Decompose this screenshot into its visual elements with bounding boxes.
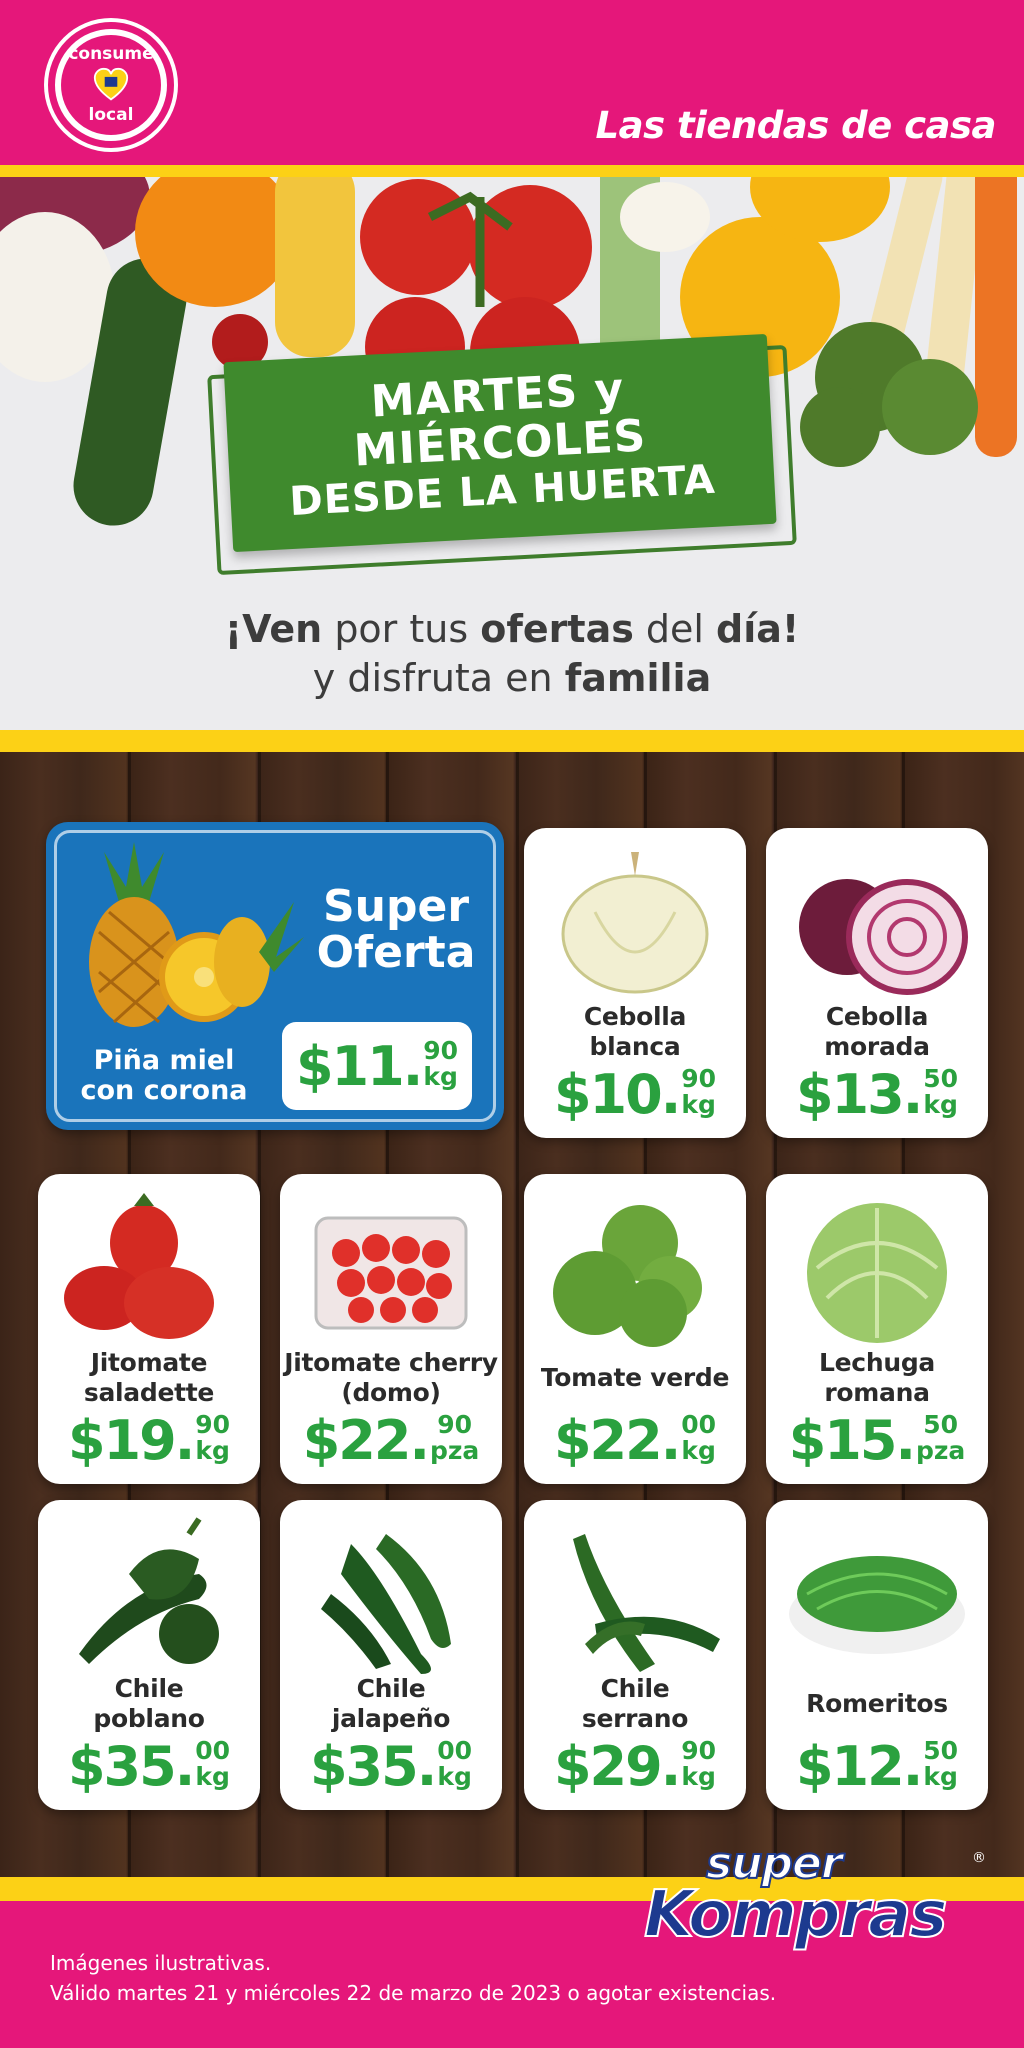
heart-icon (93, 67, 129, 101)
product-price: $10. 90 kg (554, 1066, 716, 1122)
tomato-icon (64, 1193, 214, 1339)
white-onion-icon (561, 852, 709, 994)
price-cents: 50 (923, 1410, 959, 1439)
price-unit: kg (195, 1762, 230, 1791)
product-card: Jitomate cherry (domo) $22. 90 pza (280, 1174, 502, 1484)
price-cents: 90 (681, 1064, 717, 1093)
price-cents: 50 (923, 1736, 959, 1765)
product-card: Chile poblano $35. 00 kg (38, 1500, 260, 1810)
super-kompras-logo: super Kompras ® (636, 1837, 986, 1964)
product-price: $12. 50 kg (796, 1738, 958, 1794)
product-price: $15. 50 pza (789, 1412, 966, 1468)
price-unit: kg (437, 1762, 472, 1791)
price-main: $29. (553, 1735, 681, 1798)
product-price: $22. 00 kg (554, 1412, 716, 1468)
product-name: Lechuga romana (819, 1348, 935, 1407)
product-card: Cebolla morada $13. 50 kg (766, 828, 988, 1138)
footer-note-line2: Válido martes 21 y miércoles 22 de marzo… (50, 1981, 777, 2005)
serrano-pepper-icon (573, 1534, 720, 1672)
product-name: Tomate verde (540, 1363, 730, 1392)
consume-local-badge: consume local (48, 22, 174, 148)
price-unit: pza (915, 1436, 966, 1465)
pineapple-icon (89, 842, 304, 1027)
footer-note-line1: Imágenes ilustrativas. (50, 1951, 272, 1975)
badge-bottom-word: local (88, 105, 134, 125)
product-price: $35. 00 kg (310, 1738, 472, 1794)
price-main: $22. (302, 1409, 430, 1472)
super-oferta-product-name: Piña miel con corona (80, 1045, 248, 1106)
product-card: Lechuga romana $15. 50 pza (766, 1174, 988, 1484)
red-onion-icon (799, 879, 968, 995)
price-unit: kg (195, 1436, 230, 1465)
header-tagline: Las tiendas de casa (595, 104, 997, 147)
price-main: $19. (67, 1409, 195, 1472)
badge-top-word: consume (68, 44, 154, 64)
price-cents: 90 (195, 1410, 231, 1439)
logo-registered-mark: ® (972, 1850, 986, 1866)
price-unit: kg (923, 1090, 958, 1119)
hero-tagline: ¡Ven por tus ofertas del día! y disfruta… (0, 605, 1024, 703)
romeritos-icon (789, 1556, 965, 1654)
price-cents: 90 (423, 1036, 459, 1065)
price-unit: pza (429, 1436, 480, 1465)
price-main: $12. (795, 1735, 923, 1798)
price-unit: kg (681, 1090, 716, 1119)
cherry-tomato-dome-icon (314, 1216, 468, 1330)
product-price: $13. 50 kg (796, 1066, 958, 1122)
product-card: Chile serrano $29. 90 kg (524, 1500, 746, 1810)
green-tomato-icon (553, 1205, 702, 1347)
price-main: $13. (795, 1063, 923, 1126)
wood-top-stripe (0, 730, 1024, 752)
header-stripe (0, 165, 1024, 177)
logo-bottom-word: Kompras (643, 1877, 948, 1953)
product-card: Tomate verde $22. 00 kg (524, 1174, 746, 1484)
price-unit: kg (681, 1762, 716, 1791)
price-unit: kg (923, 1762, 958, 1791)
price-unit: kg (681, 1436, 716, 1465)
hero-tagline-line1: ¡Ven por tus ofertas del día! (224, 607, 800, 651)
poblano-pepper-icon (79, 1517, 219, 1664)
price-main: $22. (553, 1409, 681, 1472)
product-price: $35. 00 kg (68, 1738, 230, 1794)
price-main: $10. (553, 1063, 681, 1126)
price-main: $15. (788, 1409, 916, 1472)
product-card: Romeritos $12. 50 kg (766, 1500, 988, 1810)
product-name: Jitomate saladette (83, 1348, 215, 1407)
price-main: $35. (67, 1735, 195, 1798)
price-main: $35. (309, 1735, 437, 1798)
lettuce-icon (807, 1203, 947, 1343)
price-cents: 90 (681, 1736, 717, 1765)
price-cents: 50 (923, 1064, 959, 1093)
product-name: Chile poblano (93, 1674, 205, 1733)
super-oferta-price: $11. 90 kg (282, 1022, 472, 1110)
footer-note: Imágenes ilustrativas. Válido martes 21 … (50, 1948, 776, 2008)
product-card: Jitomate saladette $19. 90 kg (38, 1174, 260, 1484)
product-name: Chile serrano (581, 1674, 689, 1733)
product-price: $19. 90 kg (68, 1412, 230, 1468)
product-name: Romeritos (806, 1689, 948, 1718)
product-price: $29. 90 kg (554, 1738, 716, 1794)
price-cents: 00 (437, 1736, 473, 1765)
product-name: Jitomate cherry (domo) (284, 1348, 498, 1407)
super-oferta-title: Super Oferta (316, 881, 476, 978)
price-cents: 00 (681, 1410, 717, 1439)
product-name: Chile jalapeño (331, 1674, 451, 1733)
flyer-page: consume local Las tiendas de casa MARTES… (0, 0, 1024, 2048)
jalapeno-pepper-icon (321, 1534, 451, 1674)
price-cents: 90 (437, 1410, 473, 1439)
product-price: $22. 90 pza (303, 1412, 480, 1468)
product-card: Cebolla blanca $10. 90 kg (524, 828, 746, 1138)
super-oferta-card: Super Oferta Piña miel con corona $11. 9… (46, 822, 504, 1130)
product-card: Chile jalapeño $35. 00 kg (280, 1500, 502, 1810)
product-name: Cebolla morada (824, 1002, 930, 1061)
price-cents: 00 (195, 1736, 231, 1765)
hero-tagline-line2: y disfruta en familia (312, 656, 712, 700)
hero-sign: MARTES y MIÉRCOLES DESDE LA HUERTA (223, 333, 777, 553)
price-main: $11. (295, 1035, 423, 1098)
price-unit: kg (423, 1062, 458, 1091)
product-name: Cebolla blanca (583, 1002, 687, 1061)
